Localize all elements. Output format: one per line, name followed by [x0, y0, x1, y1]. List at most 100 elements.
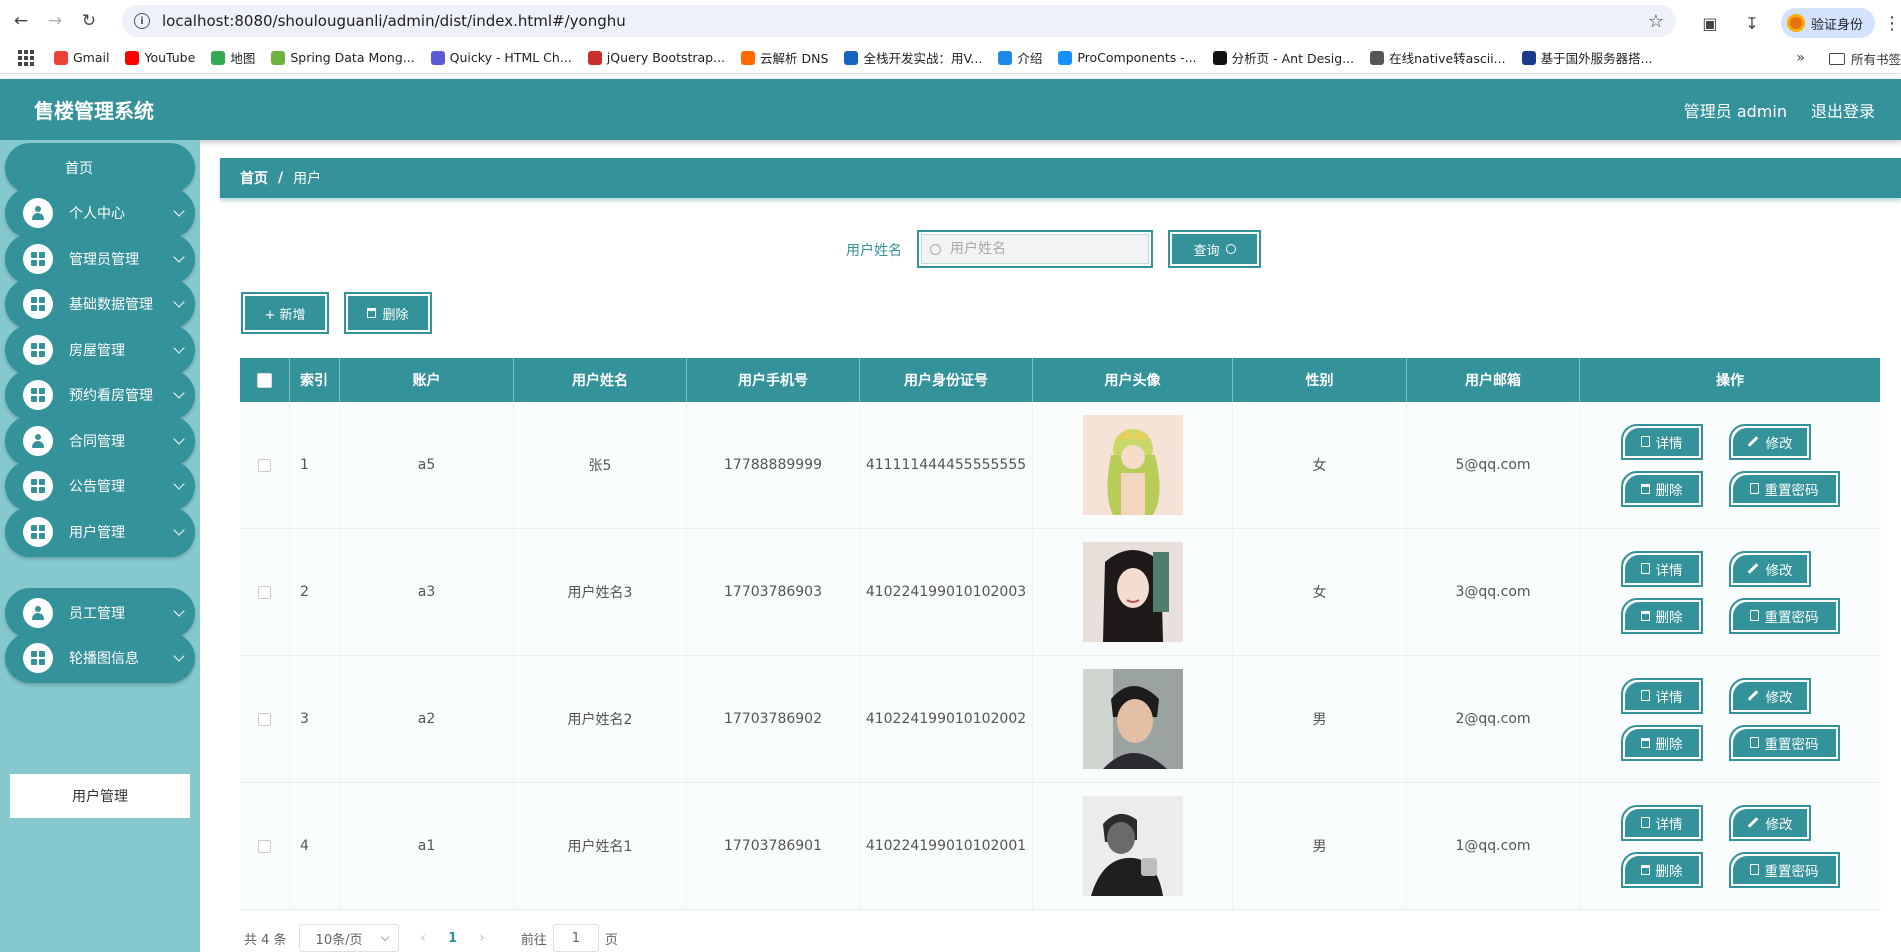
edit-button[interactable]: 修改	[1728, 423, 1811, 460]
detail-button[interactable]: 详情	[1620, 423, 1703, 460]
cell-id-number: 410224199010102002	[860, 656, 1033, 782]
download-icon[interactable]: ↧	[1739, 10, 1765, 36]
reset-password-button-label: 重置密码	[1764, 609, 1819, 626]
chevron-down-icon	[173, 387, 185, 399]
bookmark-favicon-icon	[998, 50, 1013, 65]
sidebar-item-9[interactable]: 员工管理	[5, 588, 195, 638]
cell-phone: 17703786903	[687, 529, 860, 655]
reset-password-button[interactable]: 重置密码	[1728, 597, 1840, 634]
submenu-item-user-management[interactable]: 用户管理	[10, 774, 190, 818]
person-icon	[23, 598, 53, 628]
bookmark-item[interactable]: 分析页 - Ant Desig...	[1212, 48, 1354, 67]
all-bookmarks-folder[interactable]: 所有书签	[1828, 49, 1901, 68]
row-checkbox[interactable]	[258, 585, 271, 599]
bookmark-item[interactable]: 基于国外服务器搭...	[1521, 48, 1653, 67]
document-icon	[1749, 483, 1759, 494]
next-page-button[interactable]: ›	[479, 930, 485, 946]
sidebar-item-6[interactable]: 合同管理	[5, 416, 195, 466]
goto-page-input[interactable]: 1	[552, 924, 599, 952]
search-input[interactable]	[950, 241, 1130, 257]
delete-button[interactable]: 删除	[1620, 470, 1703, 507]
query-button[interactable]: 查询	[1168, 230, 1261, 268]
document-icon	[1640, 817, 1650, 828]
select-all-checkbox[interactable]	[257, 372, 272, 388]
bookmark-item[interactable]: Quicky - HTML Ch...	[430, 50, 572, 65]
cell-email: 2@qq.com	[1407, 656, 1580, 782]
sidebar-item-home[interactable]: 首页	[5, 143, 195, 193]
detail-button[interactable]: 详情	[1620, 677, 1703, 714]
sidebar-item-label: 基础数据管理	[69, 297, 153, 313]
reset-password-button[interactable]: 重置密码	[1728, 470, 1840, 507]
bookmark-item[interactable]: 介绍	[998, 48, 1042, 67]
sidebar-item-2[interactable]: 管理员管理	[5, 234, 195, 284]
profile-avatar-icon	[1786, 14, 1805, 32]
extensions-icon[interactable]: ▣	[1697, 10, 1723, 36]
bookmark-star-icon[interactable]: ☆	[1648, 11, 1664, 32]
bookmark-item[interactable]: ProComponents -...	[1058, 50, 1197, 65]
bookmark-item[interactable]: 全栈开发实战：用V...	[844, 48, 982, 67]
logout-link[interactable]: 退出登录	[1811, 98, 1875, 122]
row-select-cell	[240, 529, 290, 655]
pagination: 共 4 条 10条/页 ‹ 1 › 前往 1 页	[244, 924, 618, 952]
delete-button[interactable]: 删除	[1620, 724, 1703, 761]
sidebar-item-8[interactable]: 用户管理	[5, 507, 195, 557]
edit-button[interactable]: 修改	[1728, 804, 1811, 841]
verify-identity-button[interactable]: 验证身份	[1780, 8, 1875, 38]
reset-password-button[interactable]: 重置密码	[1728, 724, 1840, 761]
pencil-icon	[1747, 817, 1758, 828]
site-info-icon[interactable]: i	[134, 13, 150, 29]
more-bookmarks-icon[interactable]: »	[1796, 50, 1805, 66]
avatar[interactable]	[1082, 669, 1183, 769]
chat-icon	[23, 380, 53, 410]
delete-button[interactable]: 删除	[1620, 851, 1703, 888]
avatar[interactable]	[1082, 796, 1183, 896]
bookmark-item[interactable]: 在线native转ascii...	[1370, 48, 1506, 67]
trash-icon	[1640, 864, 1650, 875]
forward-icon[interactable]: →	[42, 8, 68, 34]
edit-button[interactable]: 修改	[1728, 677, 1811, 714]
address-bar[interactable]: i localhost:8080/shoulouguanli/admin/dis…	[122, 5, 1676, 37]
reload-icon[interactable]: ↻	[76, 8, 102, 34]
bookmark-item[interactable]: Spring Data Mong...	[271, 50, 415, 65]
bookmark-item[interactable]: Gmail	[54, 50, 109, 65]
page-size-select[interactable]: 10条/页	[298, 924, 399, 952]
sidebar-item-4[interactable]: 房屋管理	[5, 325, 195, 375]
page-number-1[interactable]: 1	[448, 931, 457, 946]
cell-gender: 男	[1233, 783, 1407, 909]
sidebar-item-7[interactable]: 公告管理	[5, 461, 195, 511]
detail-button[interactable]: 详情	[1620, 550, 1703, 587]
browser-menu-icon[interactable]: ⋮	[1883, 13, 1901, 34]
avatar[interactable]	[1082, 542, 1183, 642]
row-checkbox[interactable]	[258, 458, 271, 472]
sidebar-item-10[interactable]: 轮播图信息	[5, 633, 195, 683]
detail-button[interactable]: 详情	[1620, 804, 1703, 841]
apps-grid-icon[interactable]	[18, 49, 34, 66]
chevron-down-icon	[173, 433, 185, 445]
back-icon[interactable]: ←	[8, 8, 34, 34]
reset-password-button[interactable]: 重置密码	[1728, 851, 1840, 888]
column-header-account: 账户	[340, 358, 514, 402]
breadcrumb-home[interactable]: 首页	[240, 168, 268, 188]
avatar[interactable]	[1082, 415, 1183, 515]
query-label: 查询	[1193, 243, 1220, 259]
prev-page-button[interactable]: ‹	[421, 930, 427, 946]
bookmark-item[interactable]: 地图	[211, 48, 255, 67]
row-checkbox[interactable]	[258, 839, 271, 853]
sidebar-item-1[interactable]: 个人中心	[5, 188, 195, 238]
edit-button[interactable]: 修改	[1728, 550, 1811, 587]
url-text[interactable]: localhost:8080/shoulouguanli/admin/dist/…	[162, 12, 626, 30]
sidebar-item-3[interactable]: 基础数据管理	[5, 279, 195, 329]
column-header-name: 用户姓名	[514, 358, 687, 402]
sidebar-item-5[interactable]: 预约看房管理	[5, 370, 195, 420]
table-row: 3 a2 用户姓名2 17703786902 410224199010102002 男 2@…	[240, 656, 1880, 783]
bookmark-label: 地图	[230, 51, 256, 66]
add-button[interactable]: + 新增	[241, 292, 329, 334]
batch-delete-button[interactable]: 删除	[344, 292, 432, 334]
bookmark-item[interactable]: YouTube	[125, 50, 195, 65]
row-checkbox[interactable]	[258, 712, 271, 726]
bookmark-item[interactable]: jQuery Bootstrap...	[587, 50, 725, 65]
delete-button[interactable]: 删除	[1620, 597, 1703, 634]
sidebar-item-label: 房屋管理	[69, 343, 125, 359]
document-icon	[1640, 690, 1650, 701]
bookmark-item[interactable]: 云解析 DNS	[741, 48, 828, 67]
